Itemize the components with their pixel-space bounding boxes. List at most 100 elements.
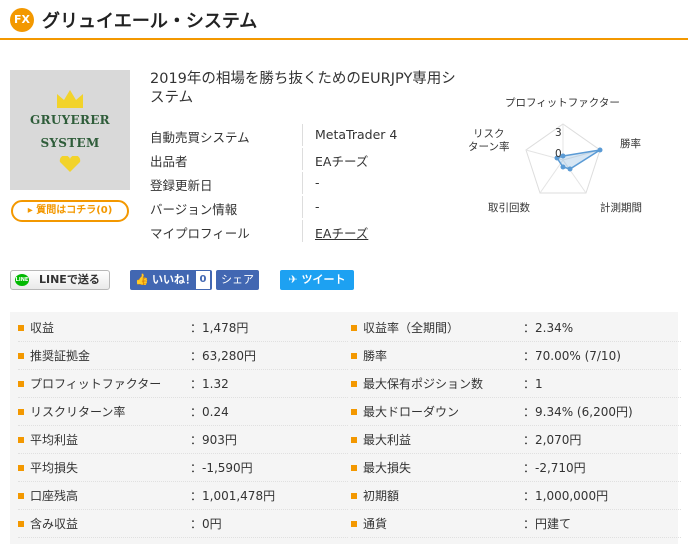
stat-label: 最大保有ポジション数	[363, 377, 484, 391]
question-button[interactable]: ▸ 質問はコチラ(0)	[11, 200, 129, 222]
stat-value: ：63,280円	[190, 349, 256, 363]
stat-label: 含み収益	[30, 517, 79, 531]
info-divider	[302, 124, 303, 146]
stat-label: 最大ドローダウン	[363, 405, 460, 419]
bullet-icon	[18, 493, 24, 499]
info-label: マイプロフィール	[150, 226, 250, 241]
stat-row: 収益 ：1,478円	[18, 314, 348, 342]
info-row: 出品者 EAチーズ	[150, 148, 470, 175]
bullet-icon	[351, 381, 357, 387]
stat-value: ：2.34%	[523, 321, 574, 335]
bullet-icon	[351, 325, 357, 331]
stat-label: 平均利益	[30, 433, 79, 447]
stat-label: 最大損失	[363, 461, 412, 475]
stat-row: 最大ドローダウン ：9.34% (6,200円)	[351, 398, 681, 426]
bullet-icon	[351, 353, 357, 359]
stat-label: プロフィットファクター	[30, 377, 162, 391]
like-label: いいね！	[152, 273, 196, 286]
info-divider	[302, 196, 303, 218]
radar-scale-label: 0	[555, 148, 562, 160]
bullet-icon	[351, 437, 357, 443]
line-share-label: LINEで送る	[39, 273, 100, 286]
stat-label: 初期額	[363, 489, 400, 503]
info-label: 出品者	[150, 154, 188, 169]
stat-value: ：1,478円	[190, 321, 249, 335]
system-logo: GRUYERER SYSTEM	[10, 70, 130, 190]
page-title: グリュイエール・システム	[42, 11, 258, 32]
seller-profile-link[interactable]: EAチーズ	[315, 223, 368, 242]
stat-label: 平均損失	[30, 461, 79, 475]
stat-row: 推奨証拠金 ：63,280円	[18, 342, 348, 370]
logo-text-line2: SYSTEM	[40, 136, 100, 150]
page-header: FX グリュイエール・システム	[0, 0, 688, 40]
stat-label: リスクリターン率	[30, 405, 126, 419]
stat-label: 最大利益	[363, 433, 412, 447]
like-count: 0	[196, 271, 210, 289]
crown-icon	[57, 90, 83, 108]
bullet-icon	[18, 437, 24, 443]
info-value: MetaTrader 4	[315, 127, 398, 142]
info-label: 登録更新日	[150, 178, 213, 193]
line-icon: LINE	[15, 274, 29, 286]
stat-row: 通貨 ：円建て	[351, 510, 681, 538]
stat-value: ：1,000,000円	[523, 489, 609, 503]
stat-value: ：903円	[190, 433, 237, 447]
radar-axis-label: 勝率	[620, 138, 641, 150]
radar-axis-label: 計測期間	[600, 202, 642, 214]
bullet-icon	[18, 465, 24, 471]
info-row: 自動売買システム MetaTrader 4	[150, 124, 470, 151]
radar-axis-label: 取引回数	[488, 202, 530, 214]
stat-row: 最大保有ポジション数 ：1	[351, 370, 681, 398]
bullet-icon	[18, 325, 24, 331]
stat-label: 勝率	[363, 349, 388, 363]
info-divider	[302, 148, 303, 170]
tweet-label: ツイート	[301, 273, 346, 286]
stat-label: 収益率（全期間）	[363, 321, 460, 335]
radar-scale-label: 3	[555, 127, 562, 139]
info-row: 登録更新日 -	[150, 172, 470, 199]
stat-value: ：9.34% (6,200円)	[523, 405, 633, 419]
info-row: マイプロフィール EAチーズ	[150, 220, 470, 247]
stat-value: ：1	[523, 377, 543, 391]
stat-label: 口座残高	[30, 489, 79, 503]
info-label: 自動売買システム	[150, 130, 250, 145]
thumbs-up-icon: 👍	[135, 273, 149, 286]
stat-value: ：2,070円	[523, 433, 582, 447]
stat-value: ：1.32	[190, 377, 229, 391]
stat-row: リスクリターン率 ：0.24	[18, 398, 348, 426]
stat-row: 収益率（全期間） ：2.34%	[351, 314, 681, 342]
stat-label: 収益	[30, 321, 55, 335]
facebook-like-button[interactable]: 👍 いいね！ 0	[130, 270, 212, 290]
heart-icon	[59, 156, 81, 172]
stat-row: 勝率 ：70.00% (7/10)	[351, 342, 681, 370]
radar-axis-label: リスク ターン率	[468, 128, 510, 153]
info-divider	[302, 172, 303, 194]
bullet-icon	[18, 521, 24, 527]
info-row: バージョン情報 -	[150, 196, 470, 223]
bullet-icon	[18, 353, 24, 359]
stat-row: 口座残高 ：1,001,478円	[18, 482, 348, 510]
stat-value: ：1,001,478円	[190, 489, 276, 503]
radar-axis-label: プロフィットファクター	[505, 97, 620, 109]
bullet-icon	[351, 409, 357, 415]
twitter-bird-icon: ✈	[288, 273, 302, 286]
tweet-button[interactable]: ✈ ツイート	[280, 270, 354, 290]
line-share-button[interactable]: LINE LINEで送る	[10, 270, 110, 290]
stat-row: 最大利益 ：2,070円	[351, 426, 681, 454]
stat-row: プロフィットファクター ：1.32	[18, 370, 348, 398]
bullet-icon	[351, 493, 357, 499]
fx-badge: FX	[10, 8, 34, 32]
info-value: EAチーズ	[315, 154, 369, 169]
facebook-share-button[interactable]: シェア	[216, 270, 259, 290]
bullet-icon	[18, 409, 24, 415]
system-headline: 2019年の相場を勝ち抜くためのEURJPY専用システム	[150, 71, 456, 106]
stat-row: 平均損失 ：-1,590円	[18, 454, 348, 482]
bullet-icon	[351, 465, 357, 471]
stat-label: 通貨	[363, 517, 388, 531]
stat-value: ：-2,710円	[523, 461, 586, 475]
stat-value: ：0円	[190, 517, 222, 531]
logo-text-line1: GRUYERER	[30, 113, 110, 127]
radar-chart: 3 0 プロフィットファクター 勝率 計測期間 取引回数 リスク ターン率	[460, 92, 680, 222]
stat-row: 平均利益 ：903円	[18, 426, 348, 454]
info-value: -	[315, 199, 320, 214]
